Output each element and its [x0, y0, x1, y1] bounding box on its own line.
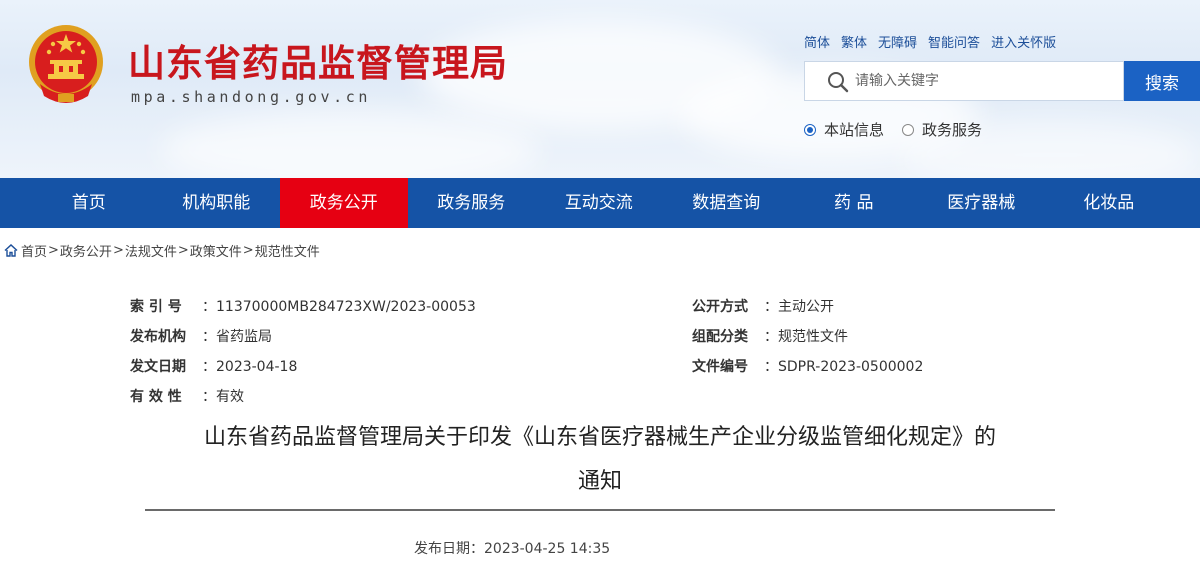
- document-title-line2: 通知: [577, 469, 622, 494]
- meta-colon: ：: [202, 329, 216, 345]
- nav-organization[interactable]: 机构职能: [153, 178, 281, 228]
- meta-label: 有 效 性: [130, 389, 182, 405]
- radio-selected-icon[interactable]: [804, 123, 816, 136]
- site-domain: mpa.shandong.gov.cn: [131, 88, 371, 106]
- meta-colon: ：: [202, 299, 216, 315]
- home-icon: [4, 244, 18, 257]
- link-traditional[interactable]: 繁体: [841, 32, 867, 51]
- meta-colon: ：: [202, 359, 216, 375]
- meta-value: 2023-04-18: [216, 359, 298, 375]
- meta-colon: ：: [764, 299, 778, 315]
- breadcrumb-home[interactable]: 首页: [21, 241, 47, 260]
- main-nav: 首页 机构职能 政务公开 政务服务 互动交流 数据查询 药 品 医疗器械 化妆品: [0, 178, 1200, 228]
- breadcrumb-regulations[interactable]: 法规文件: [125, 241, 177, 260]
- breadcrumb-separator: >: [177, 243, 189, 258]
- meta-issuer: 发布机构 ：省药监局: [130, 326, 272, 346]
- search-box: [804, 61, 1124, 101]
- meta-colon: ：: [764, 359, 778, 375]
- title-divider: [145, 509, 1055, 511]
- meta-value: SDPR-2023-0500002: [778, 359, 924, 375]
- radio-site-info-label: 本站信息: [824, 121, 885, 139]
- document-title: 山东省药品监督管理局关于印发《山东省医疗器械生产企业分级监管细化规定》的 通知: [145, 416, 1055, 504]
- nav-data-query[interactable]: 数据查询: [663, 178, 791, 228]
- meta-colon: ：: [764, 329, 778, 345]
- meta-value: 规范性文件: [778, 329, 848, 345]
- meta-doc-no: 文件编号 ：SDPR-2023-0500002: [692, 356, 923, 376]
- nav-gov-services[interactable]: 政务服务: [408, 178, 536, 228]
- document-title-line1: 山东省药品监督管理局关于印发《山东省医疗器械生产企业分级监管细化规定》的: [203, 425, 996, 450]
- search-button[interactable]: 搜索: [1124, 61, 1200, 101]
- meta-label: 组配分类: [692, 329, 748, 345]
- link-simplified[interactable]: 简体: [804, 32, 830, 51]
- radio-gov-services-label: 政务服务: [922, 121, 983, 139]
- header-cloud: [160, 110, 540, 178]
- breadcrumb-normative-docs[interactable]: 规范性文件: [255, 241, 320, 260]
- link-accessibility[interactable]: 无障碍: [878, 32, 917, 51]
- breadcrumb-separator: >: [48, 243, 59, 258]
- link-elder-mode[interactable]: 进入关怀版: [991, 32, 1056, 51]
- search-scope: 本站信息 政务服务: [804, 119, 1000, 140]
- radio-site-info[interactable]: 本站信息: [804, 119, 884, 140]
- meta-value: 11370000MB284723XW/2023-00053: [216, 299, 476, 315]
- radio-unselected-icon[interactable]: [902, 123, 915, 136]
- breadcrumb-separator: >: [112, 243, 124, 258]
- meta-validity: 有 效 性 ：有效: [130, 386, 244, 406]
- search-icon: [828, 72, 849, 93]
- top-links: 简体 繁体 无障碍 智能问答 进入关怀版: [804, 32, 1056, 51]
- nav-gov-affairs-open[interactable]: 政务公开: [280, 178, 408, 228]
- link-smart-qa[interactable]: 智能问答: [928, 32, 980, 51]
- search-input[interactable]: [855, 62, 1120, 100]
- meta-label: 发布机构: [130, 329, 186, 345]
- breadcrumb: 首页 > 政务公开 > 法规文件 > 政策文件 > 规范性文件: [4, 241, 320, 260]
- meta-label: 发文日期: [130, 359, 186, 375]
- breadcrumb-gov-affairs-open[interactable]: 政务公开: [60, 241, 112, 260]
- meta-colon: ：: [202, 389, 216, 405]
- publish-date: 发布日期：2023-04-25 14:35: [414, 538, 610, 558]
- meta-value: 主动公开: [778, 299, 834, 315]
- publish-date-label: 发布日期：: [414, 541, 484, 557]
- meta-label: 索 引 号: [130, 299, 182, 315]
- meta-category: 组配分类 ：规范性文件: [692, 326, 848, 346]
- site-title[interactable]: 山东省药品监督管理局: [128, 33, 508, 87]
- meta-value: 有效: [216, 389, 244, 405]
- meta-label: 公开方式: [692, 299, 748, 315]
- nav-medical-devices[interactable]: 医疗器械: [918, 178, 1046, 228]
- nav-drugs[interactable]: 药 品: [790, 178, 918, 228]
- meta-label: 文件编号: [692, 359, 748, 375]
- meta-disclosure: 公开方式 ：主动公开: [692, 296, 834, 316]
- meta-issue-date: 发文日期 ：2023-04-18: [130, 356, 297, 376]
- site-header: 山东省药品监督管理局 mpa.shandong.gov.cn 简体 繁体 无障碍…: [0, 0, 1200, 178]
- nav-home[interactable]: 首页: [25, 178, 153, 228]
- breadcrumb-separator: >: [242, 243, 254, 258]
- meta-value: 省药监局: [216, 329, 272, 345]
- breadcrumb-policy-docs[interactable]: 政策文件: [190, 241, 242, 260]
- nav-interaction[interactable]: 互动交流: [535, 178, 663, 228]
- nav-cosmetics[interactable]: 化妆品: [1045, 178, 1173, 228]
- meta-index-no: 索 引 号 ：11370000MB284723XW/2023-00053: [130, 296, 476, 316]
- publish-date-value: 2023-04-25 14:35: [484, 541, 611, 557]
- radio-gov-services[interactable]: 政务服务: [902, 119, 982, 140]
- national-emblem-icon[interactable]: [26, 22, 106, 108]
